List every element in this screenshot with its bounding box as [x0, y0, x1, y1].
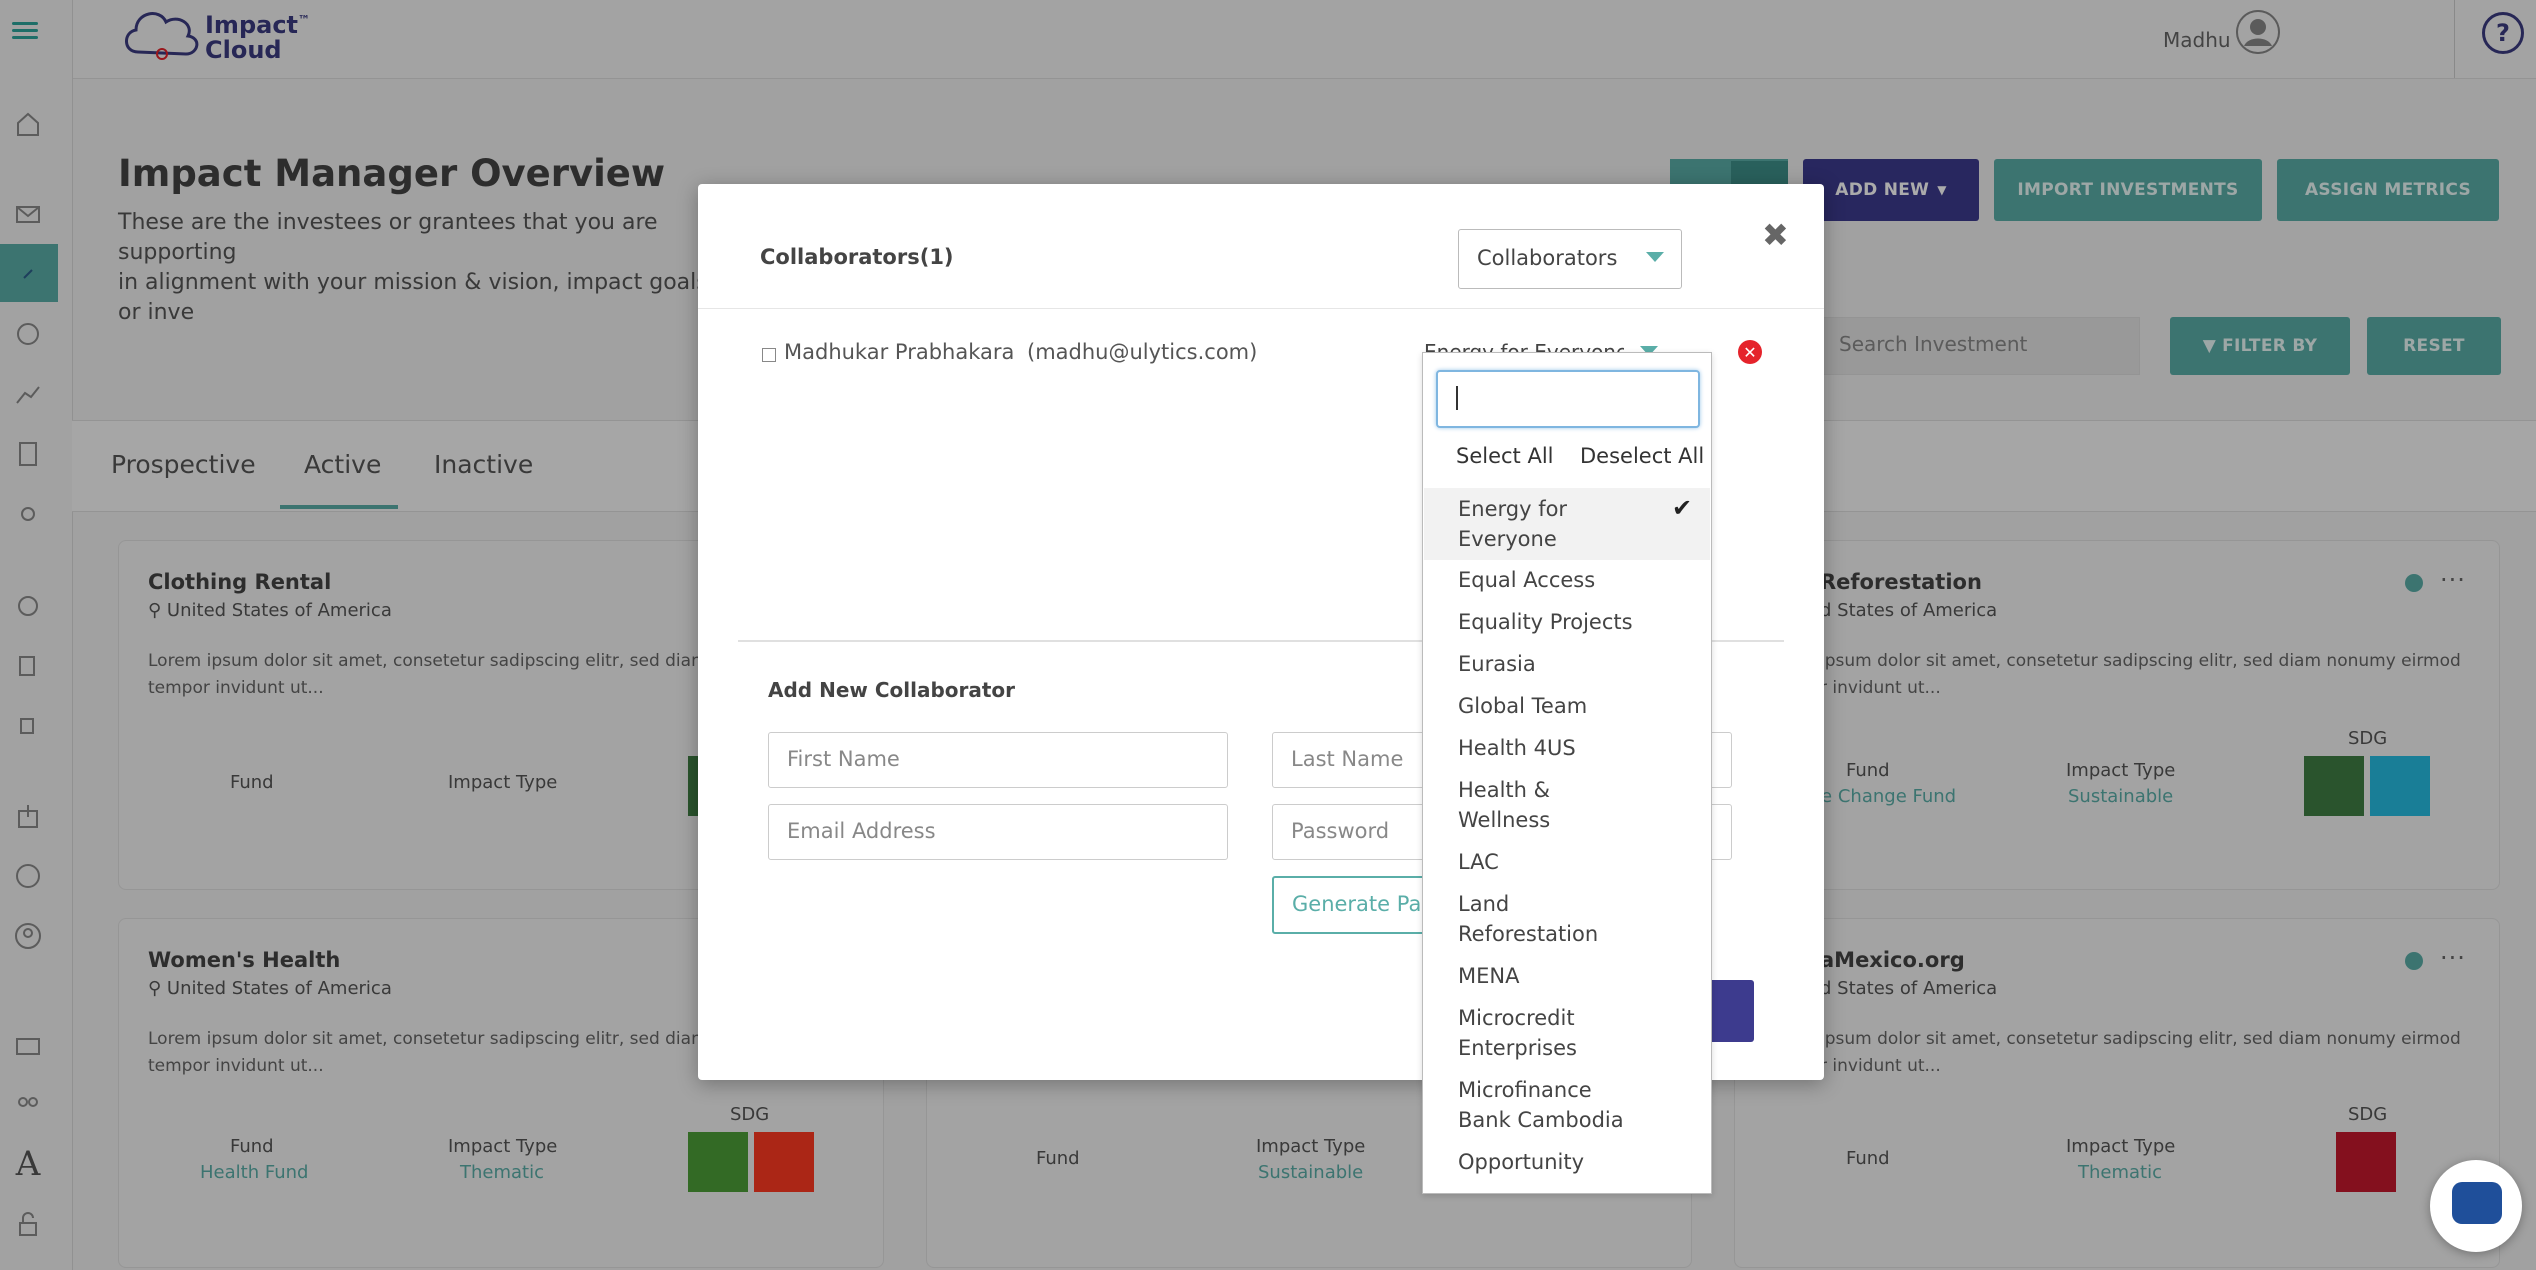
dropdown-option[interactable]: LAC [1458, 847, 1648, 877]
check-icon: ✔ [1672, 494, 1693, 522]
dropdown-option[interactable]: Equal Access [1458, 565, 1648, 595]
deselect-all-button[interactable]: Deselect All [1580, 444, 1704, 468]
email-field[interactable]: Email Address [768, 804, 1228, 860]
first-name-field[interactable]: First Name [768, 732, 1228, 788]
text-cursor [1456, 386, 1458, 410]
dropdown-option[interactable]: Opportunity [1458, 1147, 1648, 1177]
dropdown-option[interactable]: Microcredit Enterprises [1458, 1003, 1648, 1063]
dropdown-option[interactable]: Land Reforestation [1458, 889, 1648, 949]
close-icon[interactable]: ✖ [1762, 216, 1789, 254]
collaborator-checkbox[interactable] [762, 348, 776, 362]
dropdown-search-input[interactable] [1436, 370, 1700, 428]
select-all-button[interactable]: Select All [1456, 444, 1554, 468]
dropdown-option[interactable]: Health & Wellness [1458, 775, 1648, 835]
dropdown-option[interactable]: MENA [1458, 961, 1648, 991]
dropdown-option[interactable]: Energy for Everyone [1458, 494, 1648, 554]
dropdown-option[interactable]: Global Team [1458, 691, 1648, 721]
dropdown-option[interactable]: Health 4US [1458, 733, 1648, 763]
dropdown-option[interactable]: Equality Projects [1458, 607, 1648, 637]
dropdown-option[interactable]: Eurasia [1458, 649, 1648, 679]
chat-icon[interactable] [2452, 1182, 2502, 1224]
collaborator-name: Madhukar Prabhakara [784, 340, 1015, 364]
remove-collaborator-icon[interactable]: ✕ [1738, 340, 1762, 364]
dropdown-option[interactable]: Microfinance Bank Cambodia [1458, 1075, 1648, 1135]
collaborator-email: (madhu@ulytics.com) [1027, 340, 1258, 364]
divider [698, 308, 1824, 309]
modal-title: Collaborators(1) [760, 245, 954, 269]
add-collaborator-title: Add New Collaborator [768, 678, 1016, 702]
project-dropdown [1422, 352, 1712, 1194]
chevron-down-icon [1646, 252, 1664, 262]
